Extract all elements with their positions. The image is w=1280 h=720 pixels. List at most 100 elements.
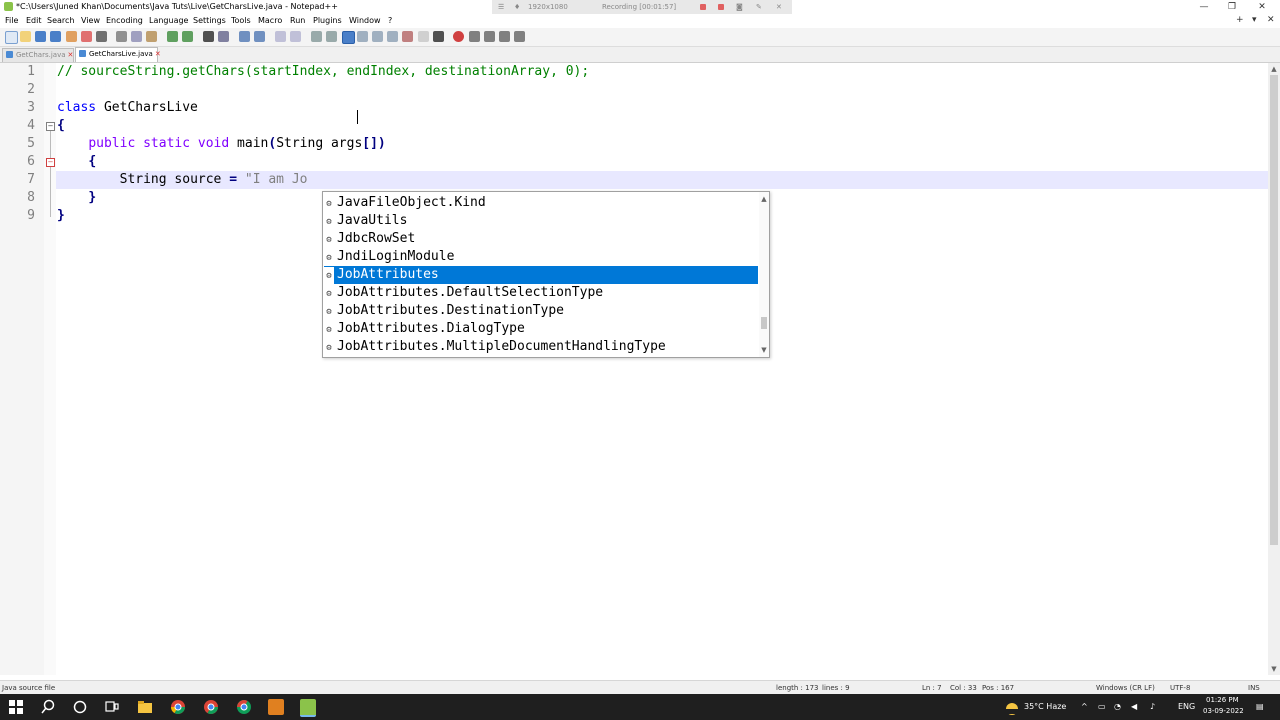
file-explorer-icon[interactable]	[137, 699, 153, 715]
autocomplete-item[interactable]: ⚙ JavaFileObject.Kind	[324, 194, 758, 212]
print-icon[interactable]	[96, 31, 107, 42]
autocomplete-item[interactable]: ⚙ JdbcRowSet	[324, 230, 758, 248]
save-macro-icon[interactable]	[514, 31, 525, 42]
cortana-icon[interactable]	[72, 699, 88, 715]
autocomplete-scrollbar[interactable]: ▲ ▼	[759, 192, 769, 357]
autocomplete-item[interactable]: ⚙ JobAttributes.DefaultSelectionType	[324, 284, 758, 302]
word-wrap-icon[interactable]	[311, 31, 322, 42]
menu-search[interactable]: Search	[47, 16, 74, 25]
minimize-button[interactable]: —	[1190, 0, 1218, 14]
app-icon[interactable]	[268, 699, 284, 715]
eye-icon[interactable]	[433, 31, 444, 42]
menu-view[interactable]: View	[81, 16, 100, 25]
status-eol[interactable]: Windows (CR LF)	[1096, 684, 1155, 692]
pen-icon[interactable]: ✎	[756, 0, 762, 14]
code-editor[interactable]: 1 2 3 4 5 6 7 8 9 − − // sourceString.ge…	[0, 63, 1268, 675]
stop-icon[interactable]	[718, 4, 724, 10]
plus-icon[interactable]: +	[1236, 15, 1244, 25]
menu-window[interactable]: Window	[349, 16, 381, 25]
open-file-icon[interactable]	[20, 31, 31, 42]
tab-close-icon[interactable]: ✕	[155, 50, 161, 58]
chrome-profile-icon[interactable]	[203, 699, 219, 715]
menu-edit[interactable]: Edit	[26, 16, 42, 25]
menu-language[interactable]: Language	[149, 16, 188, 25]
notepadpp-taskbar-icon[interactable]	[300, 699, 316, 717]
sync-h-icon[interactable]	[290, 31, 301, 42]
autocomplete-item[interactable]: ⚙ JndiLoginModule	[324, 248, 758, 266]
close-icon[interactable]	[66, 31, 77, 42]
zoom-out-icon[interactable]	[254, 31, 265, 42]
close-button[interactable]: ✕	[1248, 0, 1276, 14]
fold-toggle-icon[interactable]: −	[46, 122, 55, 131]
scroll-up-icon[interactable]: ▲	[759, 194, 769, 204]
menu-run[interactable]: Run	[290, 16, 305, 25]
vertical-scrollbar[interactable]: ▲ ▼	[1268, 63, 1280, 675]
notifications-icon[interactable]: ▤	[1256, 702, 1264, 711]
menu-file[interactable]: File	[5, 16, 18, 25]
volume-icon[interactable]: ◀	[1131, 702, 1137, 711]
windows-start-icon[interactable]	[8, 699, 24, 715]
play-macro-icon[interactable]	[484, 31, 495, 42]
scroll-up-icon[interactable]: ▲	[1268, 63, 1280, 75]
find-icon[interactable]	[203, 31, 214, 42]
pause-icon[interactable]	[700, 4, 706, 10]
show-all-chars-icon[interactable]	[326, 31, 337, 42]
scroll-down-icon[interactable]: ▼	[1268, 663, 1280, 675]
network-icon[interactable]: ◔	[1114, 702, 1121, 711]
menu-macro[interactable]: Macro	[258, 16, 282, 25]
close-all-icon[interactable]	[81, 31, 92, 42]
save-all-icon[interactable]	[50, 31, 61, 42]
close-recording-icon[interactable]: ✕	[776, 0, 782, 14]
menu-plugins[interactable]: Plugins	[313, 16, 342, 25]
zoom-in-icon[interactable]	[239, 31, 250, 42]
close-doc-icon[interactable]: ✕	[1267, 15, 1275, 25]
scroll-thumb[interactable]	[761, 317, 767, 329]
indent-guide-icon[interactable]	[342, 31, 355, 44]
clock-time[interactable]: 01:26 PM	[1206, 696, 1239, 704]
autocomplete-item[interactable]: ⚙ JavaUtils	[324, 212, 758, 230]
mic-icon[interactable]: ♦	[514, 0, 520, 14]
new-file-icon[interactable]	[5, 31, 18, 44]
function-list-icon[interactable]	[387, 31, 398, 42]
scroll-down-icon[interactable]: ▼	[759, 345, 769, 355]
paste-icon[interactable]	[146, 31, 157, 42]
autocomplete-item[interactable]: ⚙ JobAttributes.MultipleDocumentHandlingT…	[324, 338, 758, 356]
copy-icon[interactable]	[131, 31, 142, 42]
task-view-icon[interactable]	[104, 699, 120, 715]
clock-date[interactable]: 03-09-2022	[1203, 707, 1244, 715]
udl-icon[interactable]	[357, 31, 368, 42]
menu-settings[interactable]: Settings	[193, 16, 226, 25]
autocomplete-item[interactable]: ⚙ JobAttributes.DialogType	[324, 320, 758, 338]
doc-map-icon[interactable]	[372, 31, 383, 42]
menu-lines-icon[interactable]: ☰	[498, 0, 504, 14]
fold-toggle-icon[interactable]: −	[46, 158, 55, 167]
cut-icon[interactable]	[116, 31, 127, 42]
sync-v-icon[interactable]	[275, 31, 286, 42]
scroll-thumb[interactable]	[1270, 75, 1278, 545]
undo-icon[interactable]	[167, 31, 178, 42]
stop-macro-icon[interactable]	[469, 31, 480, 42]
autocomplete-item-selected[interactable]: ⚙ JobAttributes	[324, 266, 758, 285]
folder-workspace-icon[interactable]	[402, 31, 413, 42]
weather-icon[interactable]	[1004, 699, 1020, 717]
battery-icon[interactable]: ▭	[1098, 702, 1106, 711]
tab-close-icon[interactable]: ✕	[68, 51, 74, 59]
speaker-icon[interactable]: ♪	[1150, 702, 1155, 711]
camera-icon[interactable]: ◙	[736, 0, 743, 14]
monitoring-icon[interactable]	[418, 31, 429, 42]
chrome-profile-2-icon[interactable]	[236, 699, 252, 715]
show-hidden-icon[interactable]: ^	[1081, 702, 1088, 711]
tab-getchars[interactable]: GetChars.java ✕	[2, 48, 74, 62]
autocomplete-item[interactable]: ⚙ JobAttributes.DestinationType	[324, 302, 758, 320]
play-multiple-icon[interactable]	[499, 31, 510, 42]
dropdown-icon[interactable]: ▾	[1252, 15, 1257, 25]
maximize-button[interactable]: ❐	[1218, 0, 1246, 14]
menu-tools[interactable]: Tools	[231, 16, 251, 25]
replace-icon[interactable]	[218, 31, 229, 42]
menu-help[interactable]: ?	[388, 16, 392, 25]
status-encoding[interactable]: UTF-8	[1170, 684, 1190, 692]
menu-encoding[interactable]: Encoding	[106, 16, 143, 25]
tab-getcharslive[interactable]: GetCharsLive.java ✕	[75, 47, 161, 62]
chrome-icon[interactable]	[170, 699, 186, 715]
weather-text[interactable]: 35°C Haze	[1024, 702, 1066, 711]
